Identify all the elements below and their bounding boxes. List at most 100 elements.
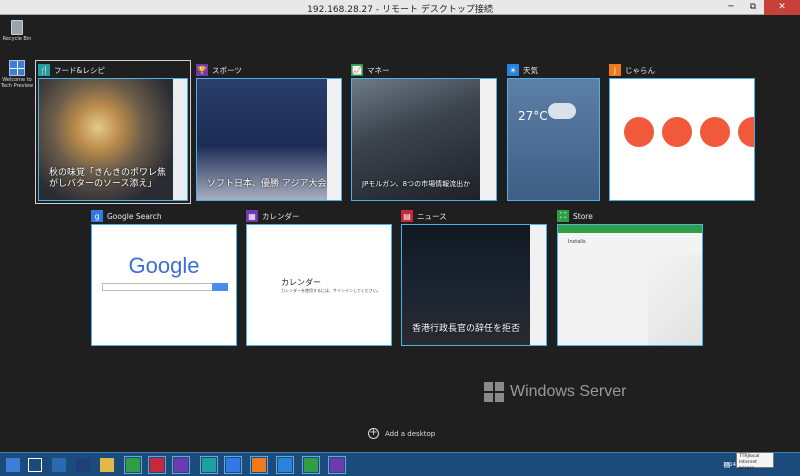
add-desktop-label: Add a desktop	[385, 429, 436, 438]
tile-title: マネー	[367, 65, 390, 75]
windows-server-watermark: Windows Server	[484, 382, 626, 402]
temperature-value: 27°C	[518, 109, 548, 123]
tile-thumbnail[interactable]: 27°C	[507, 78, 600, 201]
google-logo: Google	[128, 253, 200, 278]
minimize-button[interactable]: ─	[720, 0, 742, 15]
taskbar-server-manager[interactable]	[50, 456, 68, 474]
desktop-icon-label: Recycle Bin	[2, 36, 32, 42]
taskbar-powershell[interactable]	[74, 456, 92, 474]
news-icon: ▤	[401, 210, 413, 222]
task-tile-news[interactable]: ▤ ニュース 香港行政長官の辞任を拒否	[401, 209, 547, 346]
desktop-icon-recycle-bin[interactable]: Recycle Bin	[0, 20, 34, 42]
food-app-icon: 🍴	[38, 64, 50, 76]
task-tile-calendar[interactable]: ▦ カレンダー カレンダー カレンダーを使用するには、サインインしてください。	[246, 209, 392, 346]
tile-thumbnail[interactable]: Google	[91, 224, 237, 346]
taskbar-food[interactable]	[200, 456, 218, 474]
sun-icon	[278, 458, 292, 472]
tile-title: ニュース	[417, 211, 447, 221]
tile-header: 🍴 フード&レシピ	[38, 63, 105, 77]
taskbar-google-search[interactable]	[224, 456, 242, 474]
desktop-icon-welcome[interactable]: Welcome to Tech Preview	[0, 60, 34, 89]
task-tile-food[interactable]: 🍴 フード&レシピ 秋の味覚「きんきのポワレ焦がしバターのソース添え」	[35, 60, 191, 204]
server-manager-icon	[52, 458, 66, 472]
calendar-icon	[174, 458, 188, 472]
taskbar-store[interactable]	[124, 456, 142, 474]
food-bowl-icon	[738, 117, 754, 147]
remote-desktop-screen: 192.168.28.27 - リモート デスクトップ接続 ─ ⧉ ✕ Recy…	[0, 0, 800, 476]
tile-thumbnail[interactable]: JPモルガン、8つの市場情報流出か	[351, 78, 497, 201]
plus-icon: +	[368, 427, 379, 439]
tile-caption: ソフト日本、優勝 アジア大会	[207, 179, 327, 189]
jalan-icon: j	[609, 64, 621, 76]
window-controls: ─ ⧉ ✕	[720, 0, 800, 15]
task-tile-google-search[interactable]: g Google Search Google	[91, 209, 237, 346]
taskbar-news[interactable]	[148, 456, 166, 474]
tile-title: Store	[573, 211, 593, 221]
taskbar-jalan[interactable]	[250, 456, 268, 474]
tile-title: カレンダー	[262, 211, 300, 221]
side-panel	[173, 79, 187, 200]
tile-title: スポーツ	[212, 65, 242, 75]
store-icon	[126, 458, 140, 472]
tile-title: フード&レシピ	[54, 65, 105, 75]
tile-caption: 香港行政長官の辞任を拒否	[412, 324, 521, 334]
taskbar-file-explorer[interactable]	[98, 456, 116, 474]
taskbar-weather[interactable]	[276, 456, 294, 474]
store-header-bar	[558, 225, 702, 233]
taskbar-sports[interactable]	[328, 456, 346, 474]
cloud-icon	[548, 103, 576, 119]
store-installs-heading: Installs	[568, 239, 586, 245]
windows-logo-icon	[484, 382, 504, 402]
desktop-icon-label: Welcome to Tech Preview	[0, 77, 34, 89]
restore-button[interactable]: ⧉	[742, 0, 764, 15]
train-icon	[662, 117, 692, 147]
tile-header: 📈 マネー	[351, 63, 390, 77]
tile-caption: 秋の味覚「きんきのポワレ焦がしバターのソース添え」	[49, 168, 167, 189]
start-button[interactable]	[4, 456, 22, 474]
trophy-icon	[330, 458, 344, 472]
side-panel	[327, 79, 341, 200]
recycle-bin-icon	[11, 20, 23, 35]
task-tile-sports[interactable]: 🏆 スポーツ ソフト日本、優勝 アジア大会	[196, 63, 342, 201]
tile-header: ☀ 天気	[507, 63, 538, 77]
windows-logo-icon	[9, 60, 25, 76]
google-icon: g	[91, 210, 103, 222]
tile-title: じゃらん	[625, 65, 655, 75]
tile-thumbnail[interactable]: ソフト日本、優勝 アジア大会	[196, 78, 342, 201]
network-tooltip: TTRJlocal Internet access	[736, 452, 774, 471]
window-title: 192.168.28.27 - リモート デスクトップ接続	[307, 5, 493, 15]
side-panel	[530, 225, 546, 345]
add-desktop-button[interactable]: + Add a desktop	[368, 428, 435, 439]
task-tile-weather[interactable]: ☀ 天気 27°C	[507, 63, 600, 201]
tile-thumbnail[interactable]	[609, 78, 755, 201]
taskbar-money[interactable]	[302, 456, 320, 474]
windows-logo-icon	[6, 458, 20, 472]
task-tile-jalan[interactable]: j じゃらん	[609, 63, 755, 201]
task-tile-money[interactable]: 📈 マネー JPモルガン、8つの市場情報流出か	[351, 63, 497, 201]
tile-thumbnail[interactable]: 秋の味覚「きんきのポワレ焦がしバターのソース添え」	[38, 78, 188, 201]
taskbar: ▤ 15:54 2014/10/01	[0, 452, 800, 476]
trophy-icon: 🏆	[196, 64, 208, 76]
watermark-text: Windows Server	[510, 383, 627, 400]
tile-header: ▤ ニュース	[401, 209, 447, 223]
google-icon	[226, 458, 240, 472]
task-tile-store[interactable]: ⛶ Store Installs	[557, 209, 703, 346]
tile-thumbnail[interactable]: Installs	[557, 224, 703, 346]
task-view-button[interactable]	[26, 456, 44, 474]
category-circles	[624, 117, 754, 147]
tooltip-line: Internet access	[739, 460, 757, 471]
news-icon	[150, 458, 164, 472]
jalan-icon	[252, 458, 266, 472]
onsen-icon	[700, 117, 730, 147]
sun-icon: ☀	[507, 64, 519, 76]
tile-thumbnail[interactable]: カレンダー カレンダーを使用するには、サインインしてください。	[246, 224, 392, 346]
close-button[interactable]: ✕	[764, 0, 800, 15]
tile-thumbnail[interactable]: 香港行政長官の辞任を拒否	[401, 224, 547, 346]
side-panel	[480, 79, 496, 200]
chart-icon: 📈	[351, 64, 363, 76]
search-button[interactable]	[212, 283, 228, 291]
taskbar-calendar[interactable]	[172, 456, 190, 474]
store-graphic	[648, 255, 702, 345]
tile-title: Google Search	[107, 211, 162, 221]
search-input[interactable]	[102, 283, 228, 291]
